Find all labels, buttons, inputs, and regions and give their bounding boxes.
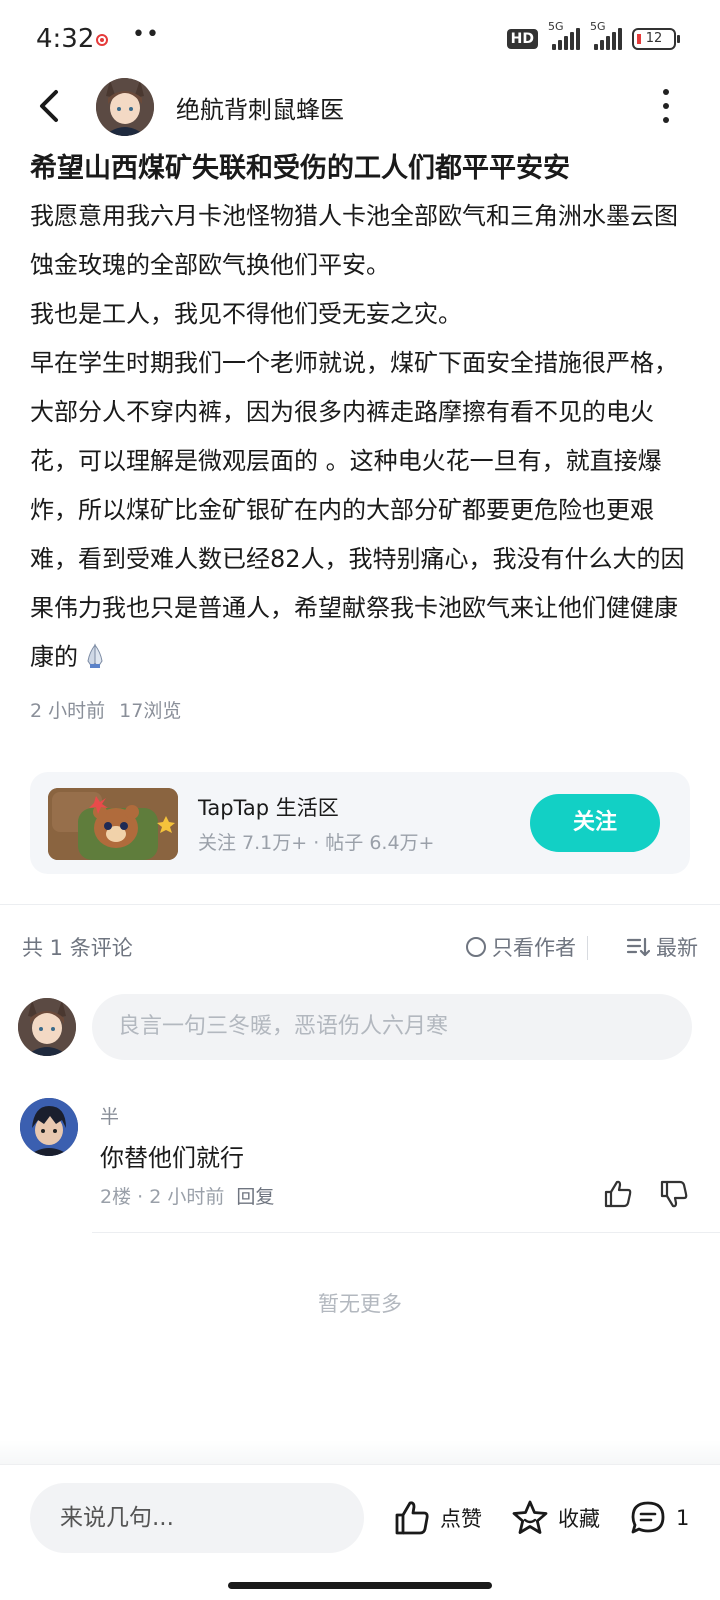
- community-cover-image: [48, 788, 178, 860]
- follow-button[interactable]: 关注: [530, 794, 660, 852]
- my-avatar: [18, 998, 76, 1056]
- status-time: 4:32: [36, 24, 95, 54]
- favorite-button[interactable]: 收藏: [510, 1493, 600, 1543]
- sort-icon: [626, 937, 650, 957]
- post-content: 希望山西煤矿失联和受伤的工人们都平平安安 我愿意用我六月卡池怪物猎人卡池全部欧气…: [30, 150, 696, 723]
- home-indicator[interactable]: [228, 1582, 492, 1589]
- status-indicators: HD 5G 5G 12: [506, 20, 680, 50]
- comment-count: 共 1 条评论: [22, 936, 133, 960]
- comment-button[interactable]: 1: [628, 1493, 689, 1543]
- status-bar: 4:32 •• HD 5G 5G 12: [0, 0, 720, 80]
- community-name: TapTap 生活区: [198, 796, 339, 820]
- author-avatar[interactable]: [96, 78, 154, 136]
- author-only-toggle[interactable]: 只看作者: [466, 932, 576, 962]
- thumb-up-icon: [395, 1501, 429, 1535]
- post-body: 我愿意用我六月卡池怪物猎人卡池全部欧气和三角洲水墨云图蚀金玫瑰的全部欧气换他们平…: [30, 192, 696, 682]
- comment-count-badge: 1: [676, 1506, 690, 1530]
- comment-dislike-button[interactable]: [658, 1178, 690, 1210]
- commenter-avatar[interactable]: [20, 1098, 78, 1156]
- bottom-fade: [0, 1440, 720, 1464]
- section-divider: [0, 904, 720, 905]
- comment-input[interactable]: 良言一句三冬暖，恶语伤人六月寒: [92, 994, 692, 1060]
- post-paragraph: 我愿意用我六月卡池怪物猎人卡池全部欧气和三角洲水墨云图蚀金玫瑰的全部欧气换他们平…: [30, 202, 678, 279]
- community-card[interactable]: TapTap 生活区 关注 7.1万+ · 帖子 6.4万+ 关注: [30, 772, 690, 874]
- back-arrow-icon: [40, 90, 58, 122]
- signal-icon: 5G: [548, 20, 580, 50]
- commenter-name[interactable]: 半: [100, 1102, 119, 1129]
- reply-button[interactable]: 回复: [236, 1186, 274, 1208]
- thumb-up-icon: [604, 1180, 632, 1208]
- no-more-label: 暂无更多: [318, 1292, 402, 1316]
- back-button[interactable]: [30, 86, 70, 126]
- bottom-action-bar: 来说几句... 点赞 收藏 1: [0, 1464, 720, 1600]
- author-only-label: 只看作者: [492, 936, 576, 960]
- screen-record-icon: [96, 34, 108, 46]
- comment-divider: [92, 1232, 720, 1233]
- top-nav: 绝航背刺鼠蜂医: [0, 74, 720, 138]
- comment-text: 你替他们就行: [100, 1144, 244, 1172]
- post-meta: 2 小时前 17浏览: [30, 696, 696, 723]
- notification-dots-icon: ••: [132, 22, 160, 47]
- battery-icon: 12: [632, 28, 680, 50]
- author-name[interactable]: 绝航背刺鼠蜂医: [176, 90, 344, 125]
- post-paragraph: 早在学生时期我们一个老师就说，煤矿下面安全措施很严格，大部分人不穿内裤，因为很多…: [30, 339, 696, 682]
- comment-like-button[interactable]: [602, 1178, 634, 1210]
- more-vertical-icon: [663, 89, 669, 95]
- signal-icon-2: 5G: [590, 20, 622, 50]
- like-button[interactable]: 点赞: [392, 1493, 482, 1543]
- thumb-down-icon: [660, 1180, 688, 1208]
- hd-voice-icon: HD: [506, 29, 538, 49]
- more-options-button[interactable]: [656, 88, 676, 124]
- comment-floor-time: 2楼 · 2 小时前: [100, 1186, 225, 1208]
- star-icon: [512, 1500, 548, 1534]
- reply-input[interactable]: 来说几句...: [30, 1483, 364, 1553]
- community-stats: 关注 7.1万+ · 帖子 6.4万+: [198, 832, 435, 854]
- sort-button[interactable]: 最新: [626, 932, 698, 962]
- radio-circle-icon: [466, 937, 486, 957]
- like-label: 点赞: [440, 1507, 482, 1531]
- comment-bubble-icon: [631, 1501, 665, 1534]
- post-title: 希望山西煤矿失联和受伤的工人们都平平安安: [30, 153, 570, 184]
- pray-icon: [87, 643, 103, 668]
- post-views: 17浏览: [119, 700, 182, 722]
- favorite-label: 收藏: [558, 1507, 600, 1531]
- avatar-illustration: [96, 78, 154, 136]
- post-paragraph: 我也是工人，我见不得他们受无妄之灾。: [30, 300, 462, 328]
- divider: [587, 936, 588, 960]
- comment-item: 半 你替他们就行 2楼 · 2 小时前 回复: [0, 1094, 720, 1234]
- sort-label: 最新: [656, 936, 698, 960]
- post-paragraph-text: 早在学生时期我们一个老师就说，煤矿下面安全措施很严格，大部分人不穿内裤，因为很多…: [30, 349, 685, 671]
- post-time: 2 小时前: [30, 700, 106, 722]
- comment-meta: 2楼 · 2 小时前 回复: [100, 1182, 274, 1209]
- comments-header: 共 1 条评论 只看作者 最新: [22, 932, 698, 964]
